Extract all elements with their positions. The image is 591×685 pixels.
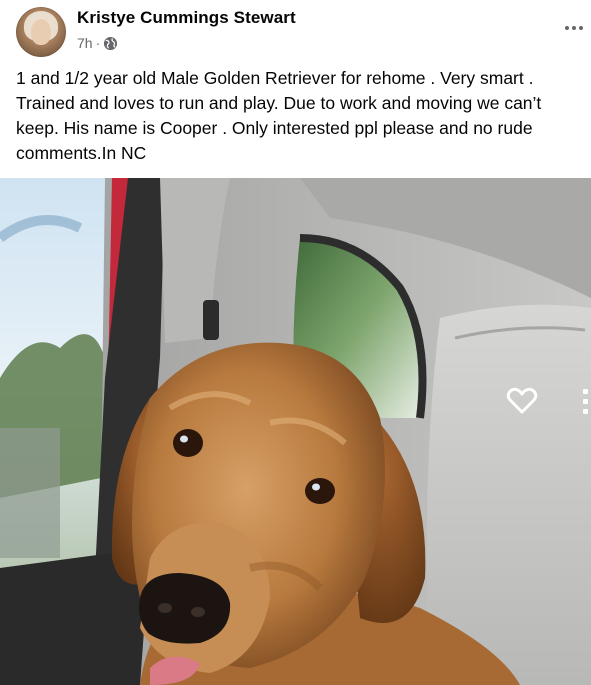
- author-name[interactable]: Kristye Cummings Stewart: [77, 8, 296, 28]
- golden-retriever-photo[interactable]: [0, 178, 591, 685]
- heart-icon-svg: [506, 387, 538, 414]
- post-time[interactable]: 7h: [77, 35, 93, 51]
- author-avatar[interactable]: [16, 7, 66, 57]
- globe-icon[interactable]: [103, 36, 118, 51]
- photo-illustration: [0, 178, 591, 685]
- avatar-face: [31, 19, 51, 45]
- meta-separator: ·: [95, 35, 101, 51]
- heart-outline-icon[interactable]: [503, 384, 541, 418]
- more-vertical-icon[interactable]: [579, 384, 591, 418]
- post-text: 1 and 1/2 year old Male Golden Retriever…: [16, 68, 542, 163]
- post-header: Kristye Cummings Stewart 7h ·: [0, 0, 591, 62]
- more-options-icon[interactable]: [561, 18, 587, 38]
- post-meta: 7h ·: [77, 35, 118, 51]
